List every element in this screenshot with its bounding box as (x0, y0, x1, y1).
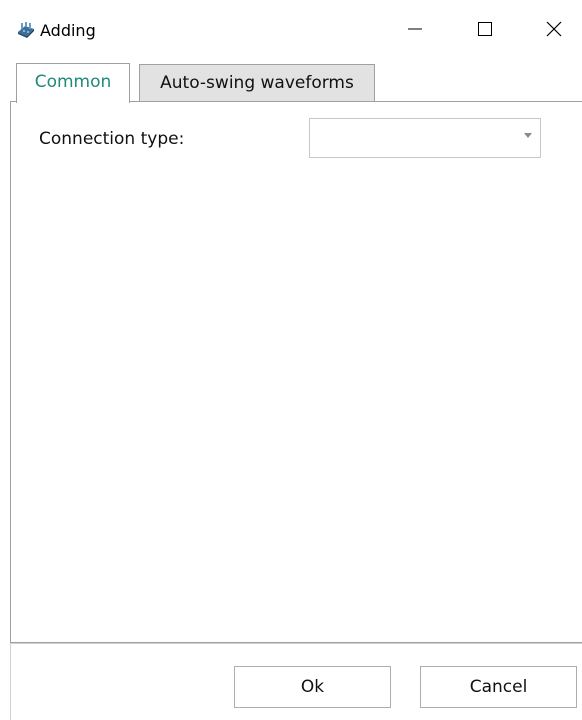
tab-panel-common (10, 101, 582, 643)
minimize-icon (407, 21, 423, 41)
panel-margin (0, 101, 10, 643)
footer-separator (10, 643, 582, 644)
tab-common-label: Common (34, 72, 112, 92)
connection-type-label: Connection type: (39, 129, 185, 149)
close-icon (546, 21, 562, 41)
connection-type-dropdown[interactable] (309, 118, 541, 158)
app-icon (16, 20, 36, 40)
window-title: Adding (40, 21, 96, 40)
maximize-icon (477, 21, 493, 41)
tab-common[interactable]: Common (16, 63, 130, 103)
close-button[interactable] (526, 0, 582, 62)
footer-left-edge (10, 643, 11, 720)
title-bar[interactable]: Adding (0, 0, 582, 62)
tab-auto-swing-waveforms-label: Auto-swing waveforms (160, 73, 354, 93)
cancel-button[interactable]: Cancel (420, 666, 577, 708)
minimize-button[interactable] (384, 0, 446, 62)
ok-button[interactable]: Ok (234, 666, 391, 708)
maximize-button[interactable] (454, 0, 516, 62)
dropdown-arrow-icon (524, 133, 532, 138)
tab-auto-swing-waveforms[interactable]: Auto-swing waveforms (139, 64, 375, 102)
adding-dialog: Adding Common Auto-swing waveforms Conne… (0, 0, 582, 720)
